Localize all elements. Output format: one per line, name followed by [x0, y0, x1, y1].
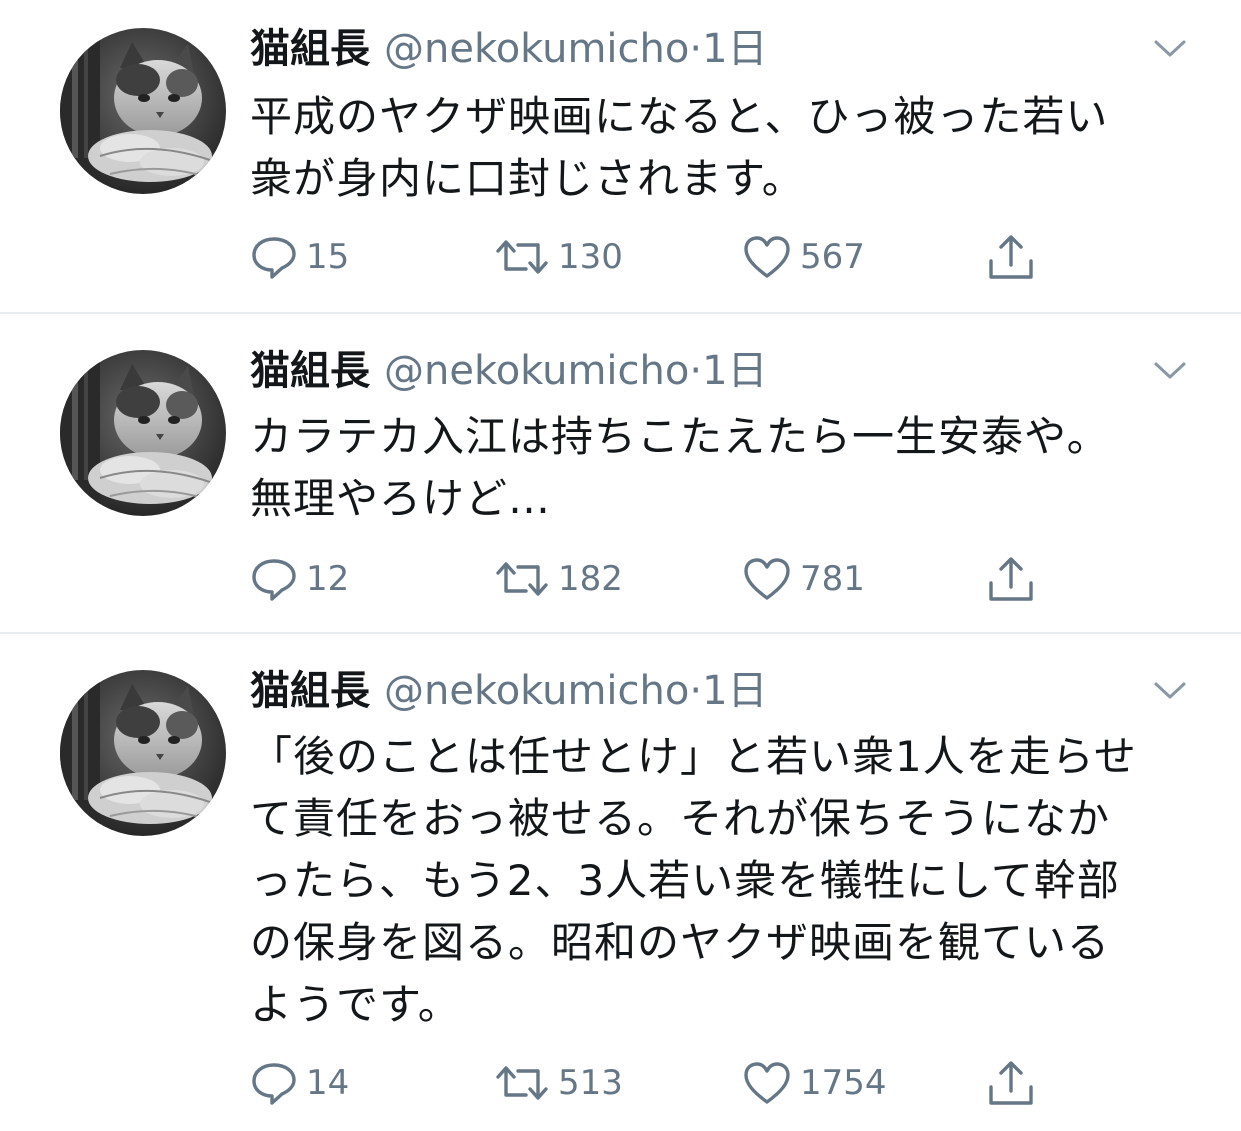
separator-dot: ·: [689, 26, 703, 72]
like-button[interactable]: 781: [742, 554, 865, 604]
retweet-icon: [496, 240, 548, 274]
tweet-header: 猫組長 @nekokumicho·1日: [250, 346, 768, 396]
tweet-text-line: 無理やろけど…: [250, 474, 552, 523]
retweet-count: 130: [558, 237, 623, 277]
user-handle[interactable]: @nekokumicho: [384, 668, 689, 714]
tweet-text-line: の保身を図る。昭和のヤクザ映画を観ている: [250, 918, 1111, 967]
tweet-text-line: ようです。: [250, 980, 461, 1029]
cat-avatar-icon: [60, 28, 226, 194]
reply-icon: [252, 1063, 296, 1105]
reply-icon: [252, 237, 296, 279]
retweet-count: 513: [558, 1063, 623, 1103]
user-handle[interactable]: @nekokumicho: [384, 348, 689, 394]
like-button[interactable]: 567: [742, 232, 865, 282]
retweet-button[interactable]: 182: [494, 554, 623, 604]
like-button[interactable]: 1754: [742, 1058, 887, 1108]
share-icon: [989, 557, 1033, 601]
retweet-button[interactable]: 513: [494, 1058, 623, 1108]
tweet-header: 猫組長 @nekokumicho·1日: [250, 24, 768, 74]
tweet-header: 猫組長 @nekokumicho·1日: [250, 666, 768, 716]
heart-icon: [744, 236, 790, 278]
tweet-text: 「後のことは任せとけ」と若い衆1人を走らせ て責任をおっ被せる。それが保ちそうに…: [250, 726, 1210, 1036]
tweet-text-line: て責任をおっ被せる。それが保ちそうになか: [250, 794, 1111, 843]
chevron-down-icon[interactable]: [1152, 36, 1188, 60]
reply-count: 15: [306, 237, 350, 277]
avatar[interactable]: [60, 350, 226, 516]
heart-icon: [744, 1062, 790, 1104]
tweet-text-line: カラテカ入江は持ちこたえたら一生安泰や。: [250, 412, 1110, 461]
tweet[interactable]: 猫組長 @nekokumicho·1日 カラテカ入江は持ちこたえたら一生安泰や。 …: [0, 314, 1241, 632]
timestamp[interactable]: 1日: [702, 668, 767, 714]
display-name[interactable]: 猫組長: [250, 668, 370, 714]
share-button[interactable]: [986, 1058, 1036, 1108]
tweet-text: カラテカ入江は持ちこたえたら一生安泰や。 無理やろけど…: [250, 406, 1210, 530]
cat-avatar-icon: [60, 350, 226, 516]
tweet-text-line: 平成のヤクザ映画になると、ひっ被った若い: [250, 92, 1109, 141]
tweet[interactable]: 猫組長 @nekokumicho·1日 平成のヤクザ映画になると、ひっ被った若い …: [0, 0, 1241, 312]
tweet-text-line: 衆が身内に口封じされます。: [250, 154, 805, 203]
like-count: 1754: [800, 1063, 887, 1103]
heart-icon: [744, 558, 790, 600]
chevron-down-icon[interactable]: [1152, 678, 1188, 702]
reply-count: 12: [306, 559, 350, 599]
retweet-icon: [496, 1066, 548, 1100]
reply-button[interactable]: 12: [250, 554, 349, 604]
share-button[interactable]: [986, 232, 1036, 282]
tweet[interactable]: 猫組長 @nekokumicho·1日 「後のことは任せとけ」と若い衆1人を走らせ…: [0, 634, 1241, 1131]
retweet-count: 182: [558, 559, 623, 599]
retweet-icon: [496, 562, 548, 596]
avatar[interactable]: [60, 28, 226, 194]
separator-dot: ·: [689, 348, 703, 394]
display-name[interactable]: 猫組長: [250, 348, 370, 394]
timestamp[interactable]: 1日: [702, 26, 767, 72]
tweet-text-line: 「後のことは任せとけ」と若い衆1人を走らせ: [250, 732, 1137, 781]
like-count: 781: [800, 559, 865, 599]
display-name[interactable]: 猫組長: [250, 26, 370, 72]
timestamp[interactable]: 1日: [702, 348, 767, 394]
retweet-button[interactable]: 130: [494, 232, 623, 282]
reply-count: 14: [306, 1063, 350, 1103]
chevron-down-icon[interactable]: [1152, 358, 1188, 382]
share-button[interactable]: [986, 554, 1036, 604]
tweet-text-line: ったら、もう2、3人若い衆を犠牲にして幹部: [250, 856, 1120, 905]
cat-avatar-icon: [60, 670, 226, 836]
tweet-text: 平成のヤクザ映画になると、ひっ被った若い 衆が身内に口封じされます。: [250, 86, 1210, 210]
reply-button[interactable]: 14: [250, 1058, 349, 1108]
share-icon: [989, 235, 1033, 279]
share-icon: [989, 1061, 1033, 1105]
avatar[interactable]: [60, 670, 226, 836]
user-handle[interactable]: @nekokumicho: [384, 26, 689, 72]
reply-button[interactable]: 15: [250, 232, 349, 282]
reply-icon: [252, 559, 296, 601]
like-count: 567: [800, 237, 865, 277]
separator-dot: ·: [689, 668, 703, 714]
